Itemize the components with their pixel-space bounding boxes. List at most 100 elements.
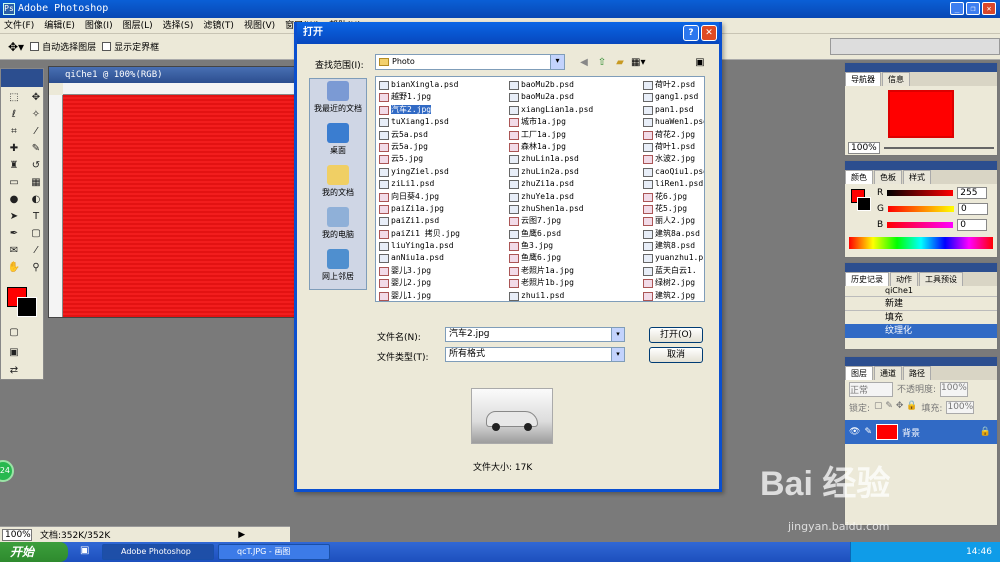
look-in-select[interactable]: Photo ▾ (375, 54, 565, 70)
color-ramp[interactable] (849, 237, 993, 249)
file-item[interactable]: 丽人2.jpg (642, 215, 704, 227)
file-item[interactable]: 云5a.jpg (378, 141, 506, 153)
file-item[interactable]: zhuLin1a.psd (508, 153, 636, 165)
fill-field[interactable]: 100% (946, 401, 975, 414)
floating-badge[interactable]: 24 (0, 460, 14, 482)
filetype-select[interactable]: 所有格式 ▾ (445, 347, 625, 362)
file-item[interactable]: 荷花2.jpg (642, 129, 704, 141)
file-item[interactable]: ziLi1.psd (378, 178, 506, 190)
help-button[interactable]: ? (683, 25, 699, 41)
show-bounds-checkbox[interactable]: 显示定界框 (102, 40, 159, 53)
place-recent[interactable]: 我最近的文档 (310, 79, 366, 121)
place-desktop[interactable]: 桌面 (310, 121, 366, 163)
place-my-computer[interactable]: 我的电脑 (310, 205, 366, 247)
file-item[interactable]: 工厂1a.jpg (508, 129, 636, 141)
task-photoshop[interactable]: Adobe Photoshop (102, 544, 214, 560)
file-item[interactable]: 绿树2.jpg (642, 277, 704, 289)
file-item[interactable]: zhuZi1a.psd (508, 178, 636, 190)
menu-edit[interactable]: 编辑(E) (44, 18, 75, 33)
tab-layers[interactable]: 图层 (845, 366, 873, 380)
tab-history[interactable]: 历史记录 (845, 272, 889, 286)
restore-button[interactable]: ❐ (966, 2, 980, 15)
file-item[interactable]: 森林1a.jpg (508, 141, 636, 153)
eye-icon[interactable]: 👁 (849, 427, 860, 437)
open-button[interactable]: 打开(O) (649, 327, 703, 343)
tab-actions[interactable]: 动作 (890, 272, 918, 286)
file-item[interactable]: 老照片1b.jpg (508, 277, 636, 289)
file-item[interactable]: gang1.psd (642, 91, 704, 103)
menu-file[interactable]: 文件(F) (4, 18, 34, 33)
r-slider[interactable] (887, 190, 954, 196)
file-item[interactable]: 婴儿3.jpg (378, 265, 506, 277)
file-item[interactable]: bianXingla.psd (378, 79, 506, 91)
history-brush-icon[interactable]: ↺ (27, 158, 45, 173)
gradient-tool-icon[interactable]: ▦ (27, 175, 45, 190)
file-item[interactable]: paiZi1 拷贝.jpg (378, 228, 506, 240)
blend-mode-select[interactable]: 正常 (849, 382, 893, 397)
view-menu-icon[interactable]: ▦▾ (631, 56, 645, 69)
file-item[interactable]: 汽车2.jpg (378, 104, 506, 116)
quick-launch-icon[interactable]: ▣ (80, 545, 89, 556)
file-item[interactable]: 云5a.psd (378, 129, 506, 141)
new-folder-icon[interactable]: ▰ (613, 56, 627, 69)
zoom-tool-icon[interactable]: ⚲ (27, 260, 45, 275)
blur-tool-icon[interactable]: ● (5, 192, 23, 207)
eyedropper-icon[interactable]: ⁄ (27, 243, 45, 258)
chevron-down-icon[interactable]: ▾ (611, 348, 624, 361)
chevron-down-icon[interactable]: ▾ (550, 55, 564, 69)
opacity-field[interactable]: 100% (940, 382, 968, 397)
file-item[interactable]: 鱼鹰6.psd (508, 228, 636, 240)
menu-layer[interactable]: 图层(L) (123, 18, 153, 33)
place-network[interactable]: 网上邻居 (310, 247, 366, 289)
crop-tool-icon[interactable]: ⌗ (5, 124, 23, 139)
magic-wand-icon[interactable]: ✧ (27, 107, 45, 122)
file-item[interactable]: zhui1.psd (508, 290, 636, 301)
status-arrow-icon[interactable]: ▶ (238, 530, 245, 540)
hand-tool-icon[interactable]: ✋ (5, 260, 23, 275)
b-value[interactable]: 0 (957, 219, 988, 231)
place-my-documents[interactable]: 我的文档 (310, 163, 366, 205)
file-item[interactable]: 鱼3.jpg (508, 240, 636, 252)
tab-tool-presets[interactable]: 工具预设 (919, 272, 963, 286)
lock-icons[interactable]: ▢ ✎ ✥ 🔒 (874, 401, 917, 414)
clock[interactable]: 14:46 (966, 547, 992, 557)
b-slider[interactable] (887, 222, 954, 228)
filename-input[interactable]: 汽车2.jpg ▾ (445, 327, 625, 342)
g-slider[interactable] (887, 206, 954, 212)
menu-select[interactable]: 选择(S) (163, 18, 194, 33)
file-item[interactable]: yingZiel.psd (378, 166, 506, 178)
file-item[interactable]: 水波2.jpg (642, 153, 704, 165)
navigator-zoom[interactable]: 100% (848, 142, 880, 154)
imageready-icon[interactable]: ⇄ (5, 363, 23, 378)
path-select-icon[interactable]: ➤ (5, 209, 23, 224)
history-item[interactable]: 新建 (845, 296, 997, 310)
history-item-selected[interactable]: 纹理化 (845, 324, 997, 338)
bridge-icon[interactable]: ▣ (693, 56, 707, 69)
file-item[interactable]: 城市1a.jpg (508, 116, 636, 128)
eraser-tool-icon[interactable]: ▭ (5, 175, 23, 190)
file-item[interactable]: liRen1.psd (642, 178, 704, 190)
background-color-swatch[interactable] (17, 297, 37, 317)
file-item[interactable]: baoMu2b.psd (508, 79, 636, 91)
file-item[interactable]: 建筑8.psd (642, 240, 704, 252)
layer-row[interactable]: 👁 ✎ 背景 🔒 (845, 420, 997, 444)
zoom-field[interactable]: 100% (2, 528, 32, 541)
task-paint[interactable]: qcT.JPG - 画图 (218, 544, 330, 560)
history-item[interactable]: 填充 (845, 310, 997, 324)
type-tool-icon[interactable]: T (27, 209, 45, 224)
notes-tool-icon[interactable]: ✉ (5, 243, 23, 258)
history-snapshot[interactable]: qiChe1 (845, 286, 997, 296)
file-item[interactable]: zhuLin2a.psd (508, 166, 636, 178)
menu-view[interactable]: 视图(V) (244, 18, 275, 33)
chevron-down-icon[interactable]: ▾ (611, 328, 624, 341)
slice-tool-icon[interactable]: ⁄ (27, 124, 45, 139)
r-value[interactable]: 255 (957, 187, 988, 199)
close-button[interactable]: ✕ (982, 2, 996, 15)
marquee-tool-icon[interactable]: ⬚ (5, 90, 23, 105)
file-item[interactable]: zhuShen1a.psd (508, 203, 636, 215)
file-item[interactable]: 蓝天白云1. (642, 265, 704, 277)
auto-select-checkbox[interactable]: 自动选择图层 (30, 40, 96, 53)
tab-info[interactable]: 信息 (882, 72, 910, 86)
move-tool-icon[interactable]: ✥▾ (8, 40, 24, 54)
file-item[interactable]: 向日葵4.jpg (378, 191, 506, 203)
